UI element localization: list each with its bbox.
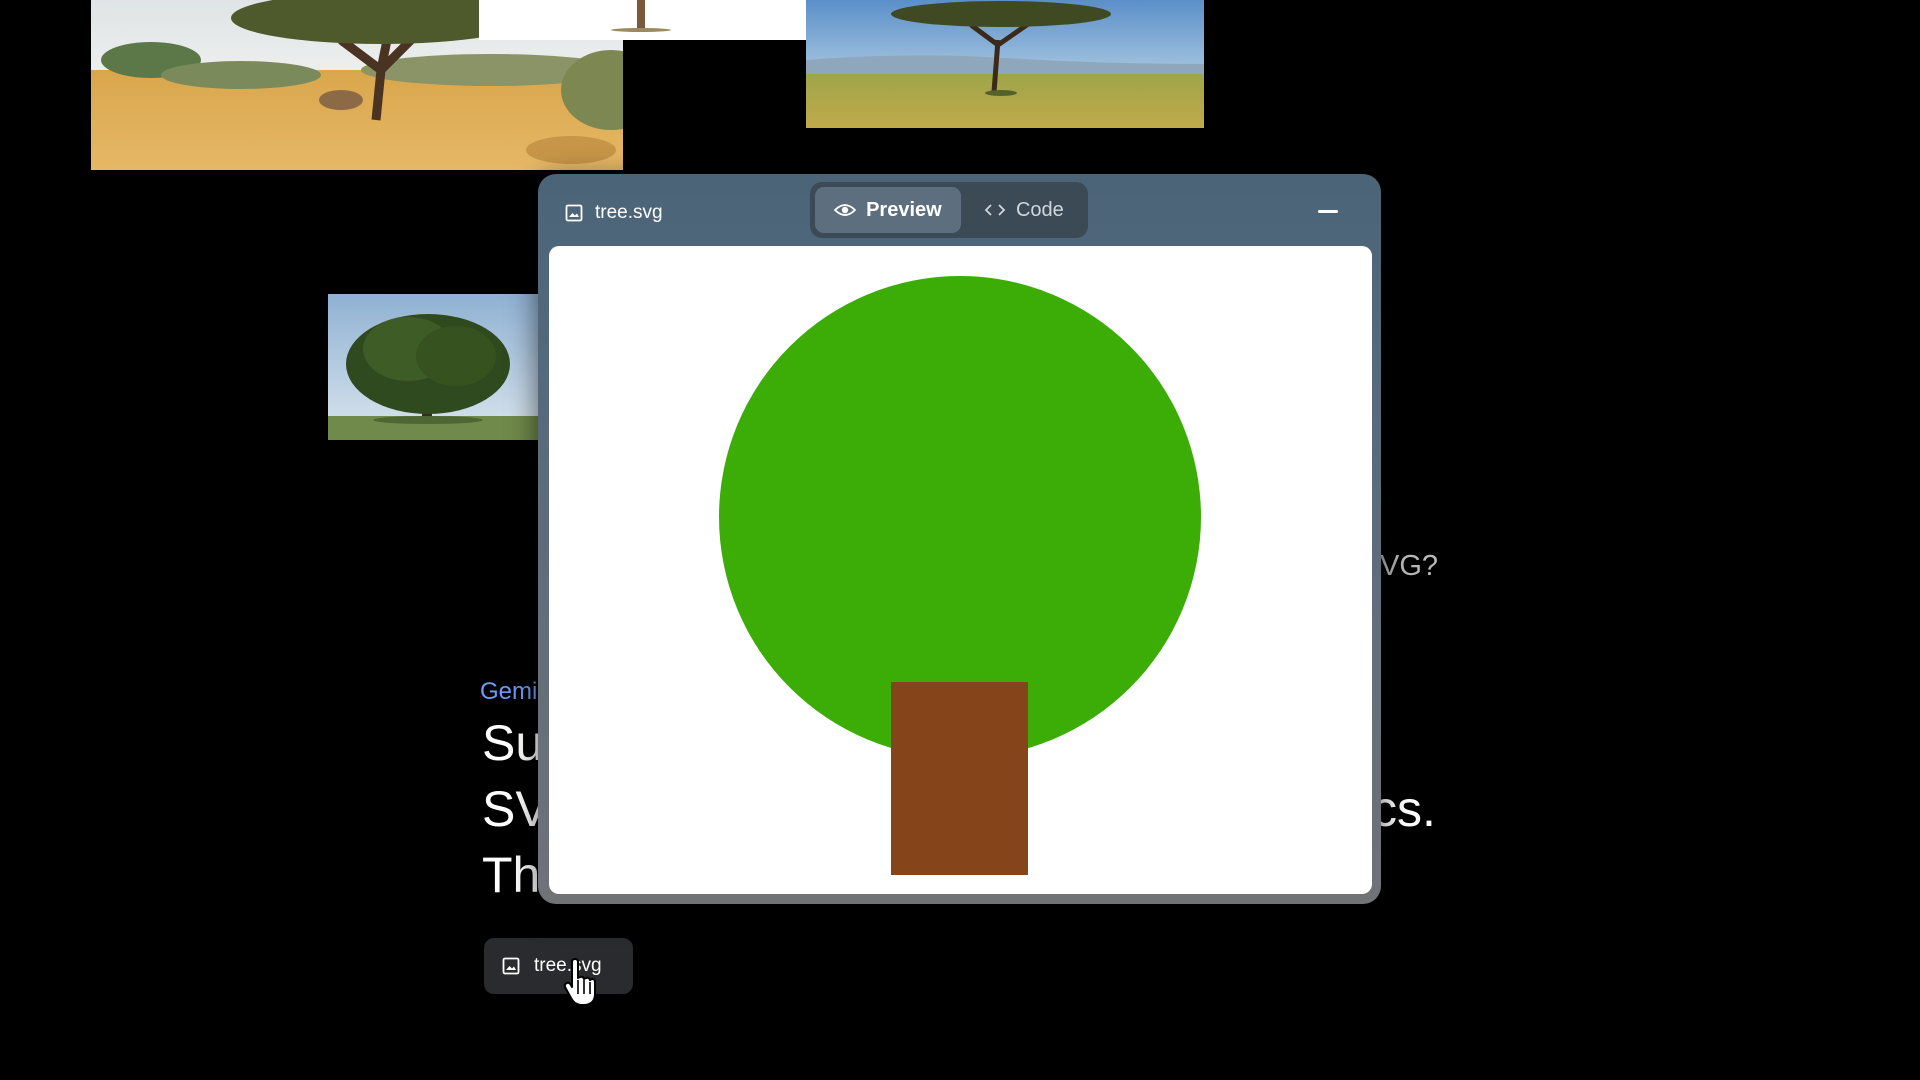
view-tabs: Preview Code: [810, 182, 1088, 238]
headline-line-2-end: cs.: [1372, 781, 1436, 837]
screen: VG? Gemi Su SV Th cs. tree.svg tree.svg: [0, 0, 1920, 1080]
svg-preview-canvas: [549, 246, 1372, 894]
minus-icon: [1318, 209, 1338, 213]
image-icon: [502, 957, 520, 975]
oak-tree-photo: [328, 294, 540, 440]
white-photo-fragment: [479, 0, 806, 40]
tree-trunk-rect: [891, 682, 1028, 875]
tab-code[interactable]: Code: [965, 187, 1083, 233]
question-text-fragment: VG?: [1380, 550, 1439, 582]
hand-cursor-icon: [562, 958, 602, 1008]
serengeti-acacia-photo: [806, 0, 1204, 128]
tab-preview[interactable]: Preview: [815, 187, 961, 233]
window-title: tree.svg: [565, 198, 663, 228]
minimize-button[interactable]: [1313, 196, 1343, 226]
eye-icon: [834, 202, 857, 218]
image-icon: [565, 204, 583, 222]
tree-svg-file-chip[interactable]: tree.svg: [484, 938, 633, 994]
window-filename: tree.svg: [595, 202, 663, 223]
svg-preview-window: tree.svg Preview Code: [538, 174, 1381, 904]
code-brackets-icon: [984, 202, 1006, 218]
tab-preview-label: Preview: [866, 198, 942, 221]
gemini-brand-label: Gemi: [480, 678, 538, 705]
tab-code-label: Code: [1015, 198, 1064, 221]
